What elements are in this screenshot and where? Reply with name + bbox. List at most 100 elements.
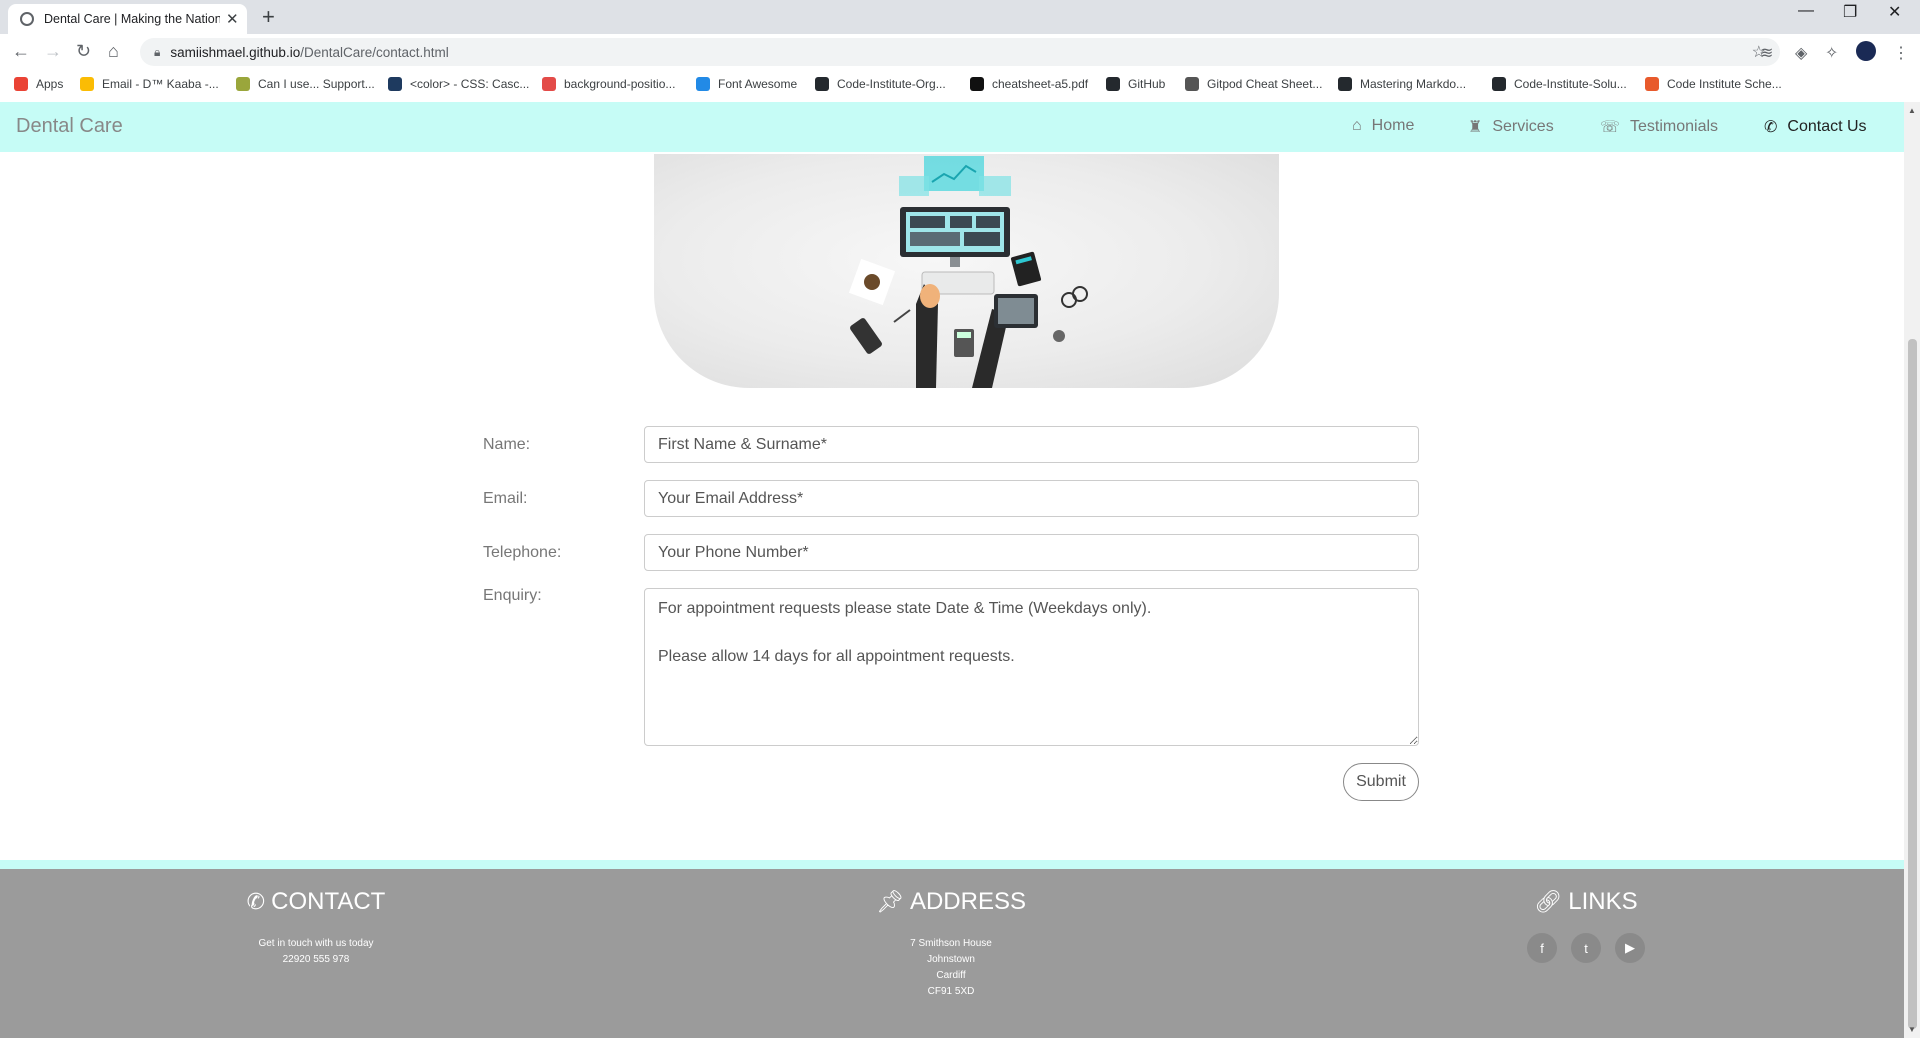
new-tab-button[interactable]: + (262, 4, 275, 30)
bookmark-favicon-icon (80, 77, 94, 91)
telephone-label: Telephone: (483, 544, 562, 561)
bookmark-label: Mastering Markdo... (1360, 77, 1467, 91)
bookmark-label: Email - D™ Kaaba -... (102, 77, 219, 91)
address-line: Cardiff (936, 970, 966, 981)
bookmark-item[interactable]: GitHub (1106, 77, 1165, 91)
bookmark-favicon-icon (1492, 77, 1506, 91)
bookmark-favicon-icon (1106, 77, 1120, 91)
bookmark-favicon-icon (542, 77, 556, 91)
bookmark-favicon-icon (815, 77, 829, 91)
bookmark-label: GitHub (1128, 77, 1166, 91)
minimize-icon[interactable]: — (1798, 2, 1814, 20)
restore-icon[interactable]: ❐ (1843, 2, 1857, 22)
tab-title: Dental Care | Making the Nation (44, 12, 220, 26)
bookmark-item[interactable]: Gitpod Cheat Sheet... (1185, 77, 1322, 91)
page-viewport: Dental Care ⌂ Home ♜ Services ☏ Testimon… (0, 102, 1904, 1038)
telephone-input[interactable] (644, 534, 1419, 571)
bookmark-item[interactable]: Apps (14, 77, 63, 91)
address-line: 7 Smithson House (910, 938, 992, 949)
puzzle-icon[interactable]: ✧ (1825, 43, 1838, 63)
youtube-icon[interactable]: ▶ (1615, 933, 1645, 963)
footer-contact-line: Get in touch with us today (258, 938, 374, 949)
enquiry-textarea[interactable] (644, 588, 1419, 746)
nav-link-services[interactable]: ♜ Services (1468, 117, 1554, 137)
site-navbar: Dental Care ⌂ Home ♜ Services ☏ Testimon… (0, 102, 1904, 152)
footer-phone-number: 22920 555 978 (282, 954, 350, 965)
bookmark-item[interactable]: Mastering Markdo... (1338, 77, 1466, 91)
bookmark-label: cheatsheet-a5.pdf (992, 77, 1089, 91)
browser-tab[interactable]: Dental Care | Making the Nation ✕ (8, 4, 247, 34)
enquiry-label: Enquiry: (483, 587, 542, 604)
bookmark-item[interactable]: background-positio... (542, 77, 675, 91)
desk-illustration (848, 156, 1088, 388)
bookmark-label: background-positio... (564, 77, 676, 91)
bookmark-item[interactable]: Code-Institute-Solu... (1492, 77, 1627, 91)
back-icon[interactable]: ← (12, 41, 30, 62)
menu-icon[interactable]: ⋮ (1893, 43, 1909, 63)
footer-address: 📌︎ ADDRESS 7 Smithson House Johnstown Car… (801, 888, 1101, 1000)
browser-tab-strip: Dental Care | Making the Nation ✕ + — ❐ … (0, 0, 1920, 34)
bookmark-favicon-icon (1645, 77, 1659, 91)
site-footer: ✆ CONTACT Get in touch with us today 2292… (0, 869, 1904, 1038)
thumbtack-icon: 📌︎ (876, 889, 904, 914)
comments-icon: ☏ (1600, 119, 1621, 136)
link-icon: 🔗︎ (1534, 889, 1563, 914)
avatar[interactable] (1856, 41, 1876, 61)
bookmark-label: Font Awesome (718, 77, 798, 91)
scrollbar-thumb[interactable] (1908, 339, 1917, 1029)
globe-icon (20, 12, 34, 26)
name-input[interactable] (644, 426, 1419, 463)
bookmark-item[interactable]: Font Awesome (696, 77, 797, 91)
bookmark-favicon-icon (970, 77, 984, 91)
bookmark-label: Code-Institute-Org... (837, 77, 946, 91)
url-text: samiishmael.github.io/DentalCare/contact… (170, 44, 449, 60)
submit-button[interactable]: Submit (1343, 763, 1419, 801)
twitter-icon[interactable]: t (1571, 933, 1601, 963)
lock-icon: 🔒︎ (154, 44, 161, 59)
bookmark-favicon-icon (1338, 77, 1352, 91)
footer-accent-bar (0, 860, 1904, 869)
footer-address-title: ADDRESS (909, 888, 1026, 915)
bookmark-item[interactable]: Code-Institute-Org... (815, 77, 946, 91)
address-line: Johnstown (927, 954, 975, 965)
bookmark-favicon-icon (388, 77, 402, 91)
phone-icon: ✆ (246, 889, 266, 914)
nav-link-testimonials[interactable]: ☏ Testimonials (1600, 117, 1718, 137)
bookmark-favicon-icon (236, 77, 250, 91)
bookmark-label: Apps (36, 77, 64, 91)
nav-link-home[interactable]: ⌂ Home (1352, 117, 1414, 135)
bookmark-favicon-icon (696, 77, 710, 91)
forward-icon[interactable]: → (44, 41, 62, 62)
page-scrollbar[interactable]: ▲ ▼ (1904, 102, 1920, 1038)
nav-link-contact[interactable]: ✆ Contact Us (1764, 117, 1867, 137)
bookmark-item[interactable]: <color> - CSS: Casc... (388, 77, 529, 91)
brand-logo[interactable]: Dental Care (16, 115, 123, 138)
scroll-up-icon[interactable]: ▲ (1908, 106, 1916, 115)
bookmark-label: Can I use... Support... (258, 77, 375, 91)
email-label: Email: (483, 490, 528, 507)
close-window-icon[interactable]: ✕ (1888, 2, 1901, 22)
footer-links-title: LINKS (1568, 888, 1638, 915)
facebook-icon[interactable]: f (1527, 933, 1557, 963)
email-input[interactable] (644, 480, 1419, 517)
home-browser-icon[interactable]: ⌂ (108, 41, 119, 62)
extension-icon[interactable]: ≋ (1760, 43, 1773, 63)
bookmarks-bar: Apps Email - D™ Kaaba -... Can I use... Su… (0, 70, 1920, 103)
bookmark-item[interactable]: Code Institute Sche... (1645, 77, 1782, 91)
bookmark-favicon-icon (14, 77, 28, 91)
bookmark-item[interactable]: Can I use... Support... (236, 77, 375, 91)
bookmark-label: Gitpod Cheat Sheet... (1207, 77, 1323, 91)
close-tab-icon[interactable]: ✕ (226, 10, 239, 28)
bookmark-label: Code-Institute-Solu... (1514, 77, 1627, 91)
reload-icon[interactable]: ↻ (76, 41, 91, 62)
name-label: Name: (483, 436, 531, 453)
bookmark-item[interactable]: cheatsheet-a5.pdf (970, 77, 1088, 91)
bookmark-label: Code Institute Sche... (1667, 77, 1782, 91)
extension-icon[interactable]: ◈ (1795, 43, 1807, 63)
bookmark-item[interactable]: Email - D™ Kaaba -... (80, 77, 219, 91)
address-bar[interactable]: 🔒︎ samiishmael.github.io/DentalCare/cont… (140, 38, 1780, 66)
browser-toolbar: ← → ↻ ⌂ 🔒︎ samiishmael.github.io/DentalC… (0, 34, 1920, 70)
scroll-down-icon[interactable]: ▼ (1908, 1025, 1916, 1034)
bookmark-favicon-icon (1185, 77, 1199, 91)
bookmark-label: <color> - CSS: Casc... (410, 77, 530, 91)
